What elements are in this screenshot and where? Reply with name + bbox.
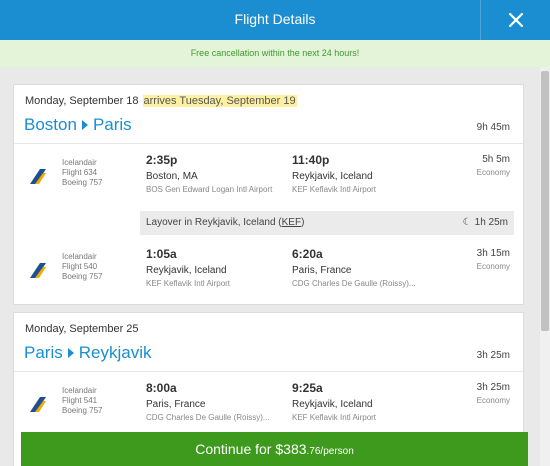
segment-duration: 3h 15m [476, 248, 510, 259]
trip-date: Monday, September 18 arrives Tuesday, Sep… [25, 95, 297, 107]
route-destination: Paris [92, 115, 132, 134]
route-arrow-icon [81, 120, 88, 130]
flight-details-scroll[interactable]: Monday, September 18 arrives Tuesday, Sep… [0, 67, 540, 466]
arrival-info: 9:25a Reykjavik, Iceland KEF Keflavik In… [292, 381, 377, 422]
icelandair-logo-icon [30, 397, 46, 412]
departure-info: 2:35p Boston, MA BOS Gen Edward Logan In… [146, 153, 273, 194]
header-bar: Flight Details [0, 0, 550, 40]
divider [14, 371, 523, 372]
close-icon [508, 13, 523, 27]
airline-info: Icelandair Flight 541 Boeing 757 [62, 386, 103, 415]
flight-segment: Icelandair Flight 540 Boeing 757 1:05a R… [14, 247, 523, 302]
arrives-note: arrives Tuesday, September 19 [142, 95, 297, 107]
continue-button[interactable]: Continue for $383.76/person [21, 432, 528, 466]
layover-duration: 1h 25m [474, 217, 508, 228]
cabin-class: Economy [476, 262, 510, 271]
cancellation-banner: Free cancellation within the next 24 hou… [0, 40, 550, 67]
route-arrow-icon [67, 348, 74, 358]
route-origin: Paris [24, 343, 63, 362]
close-button[interactable] [480, 0, 550, 40]
cabin-class: Economy [476, 168, 510, 177]
segment-duration: 5h 5m [482, 154, 510, 165]
divider [14, 143, 523, 144]
departure-info: 8:00a Paris, France CDG Charles De Gaull… [146, 381, 270, 422]
page-title: Flight Details [234, 11, 316, 27]
icelandair-logo-icon [30, 263, 46, 278]
price-main: $383 [275, 441, 307, 457]
flight-segment: Icelandair Flight 541 Boeing 757 8:00a P… [14, 381, 523, 436]
route-destination: Reykjavik [78, 343, 152, 362]
price-per-person: .76/person [306, 446, 354, 457]
airline-info: Icelandair Flight 634 Boeing 757 [62, 158, 103, 187]
arrival-info: 6:20a Paris, France CDG Charles De Gaull… [292, 247, 416, 288]
departure-info: 1:05a Reykjavik, Iceland KEF Keflavik In… [146, 247, 231, 288]
trip-total-duration: 3h 25m [476, 350, 510, 361]
moon-icon: ☾ [462, 217, 472, 228]
route-origin: Boston [24, 115, 77, 134]
segment-duration: 3h 25m [476, 382, 510, 393]
scrollbar-thumb[interactable] [541, 71, 549, 331]
trip-card-outbound: Monday, September 18 arrives Tuesday, Sep… [13, 84, 524, 305]
scrollbar[interactable] [540, 67, 550, 466]
flight-segment: Icelandair Flight 634 Boeing 757 2:35p B… [14, 153, 523, 208]
layover-info: Layover in Reykjavik, Iceland (KEF) ☾ 1h … [140, 211, 514, 235]
trip-route: Paris Reykjavik [24, 343, 151, 363]
airline-info: Icelandair Flight 540 Boeing 757 [62, 252, 103, 281]
trip-route: Boston Paris [24, 115, 132, 135]
icelandair-logo-icon [30, 169, 46, 184]
layover-airport-link[interactable]: KEF [282, 217, 301, 228]
arrival-info: 11:40p Reykjavik, Iceland KEF Keflavik I… [292, 153, 377, 194]
trip-date: Monday, September 25 [25, 323, 139, 335]
trip-total-duration: 9h 45m [476, 122, 510, 133]
cabin-class: Economy [476, 396, 510, 405]
